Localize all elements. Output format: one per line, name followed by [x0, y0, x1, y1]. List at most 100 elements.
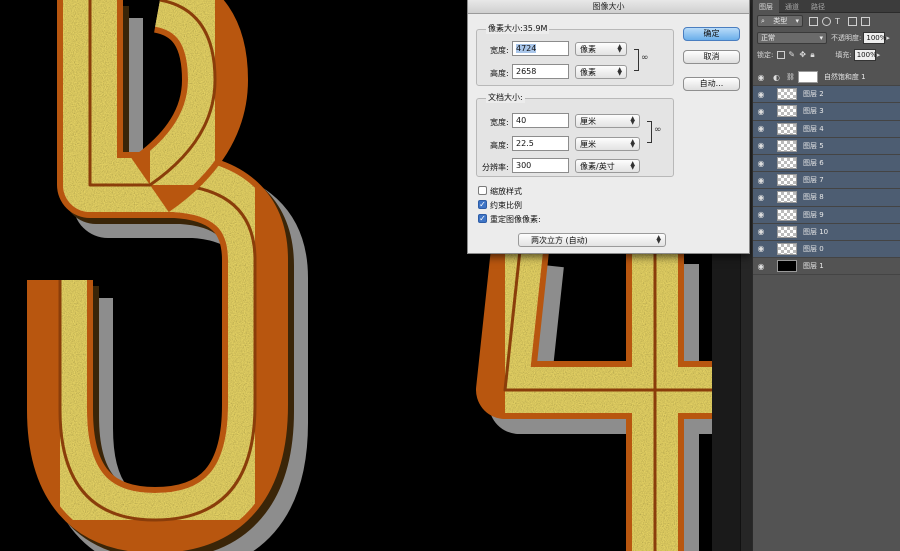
- smart-object-filter-icon[interactable]: [861, 16, 870, 26]
- select-arrows-icon: ▲ ▼: [630, 115, 635, 126]
- lock-transparency-icon[interactable]: [777, 50, 786, 59]
- layer-thumbnail: [777, 242, 797, 255]
- resolution-unit-select[interactable]: 像素/英寸 ▲ ▼: [575, 159, 640, 173]
- layer-row[interactable]: ◉ ◐ ⛓ 自然饱和度 1: [753, 69, 900, 87]
- layer-name: 图层 1: [803, 262, 824, 271]
- layer-row[interactable]: ◉ 图层 9: [753, 206, 900, 224]
- digit-three: [27, 0, 308, 551]
- select-arrows-icon: ▲ ▼: [630, 160, 635, 171]
- lock-position-icon[interactable]: ✥: [799, 50, 807, 59]
- blend-mode-value: 正常: [761, 33, 775, 42]
- layer-row[interactable]: ◉ 图层 2: [753, 86, 900, 104]
- eye-icon[interactable]: ◉: [753, 159, 769, 168]
- doc-height-unit-select[interactable]: 厘米 ▲ ▼: [575, 137, 640, 151]
- filter-kind-value: 类型: [773, 17, 788, 25]
- resolution-label: 分辨率:: [482, 163, 509, 172]
- layer-mask-thumbnail: [797, 71, 818, 84]
- layer-list: ◉ ◐ ⛓ 自然饱和度 1 ◉ 图层 2 ◉ 图层 3 ◉ 图层 4 ◉ 图层 …: [753, 69, 900, 276]
- filter-icons: T: [809, 16, 874, 26]
- lock-row: 锁定: ✎ ✥ 🔒︎ 填充: 100% ▸: [753, 46, 900, 63]
- layer-row[interactable]: ◉ 图层 3: [753, 103, 900, 121]
- scale-styles-checkbox[interactable]: [478, 186, 487, 195]
- resample-method-value: 两次立方 (自动): [531, 235, 588, 245]
- doc-width-unit-select[interactable]: 厘米 ▲ ▼: [575, 114, 640, 128]
- layer-thumbnail: [777, 157, 797, 170]
- layer-thumbnail: [777, 225, 797, 238]
- eye-icon[interactable]: ◉: [753, 107, 769, 116]
- layer-name: 图层 6: [803, 159, 824, 168]
- layer-thumbnail: [777, 174, 797, 187]
- layer-row[interactable]: ◉ 图层 5: [753, 137, 900, 155]
- lock-all-icon[interactable]: 🔒︎: [810, 50, 818, 59]
- layer-row[interactable]: ◉ 图层 0: [753, 240, 900, 259]
- lock-pixels-icon[interactable]: ✎: [788, 50, 796, 59]
- resample-image-label: 重定图像像素:: [490, 215, 541, 224]
- chevron-right-icon[interactable]: ▸: [877, 51, 881, 59]
- adjustment-filter-icon[interactable]: [822, 16, 831, 26]
- doc-height-input[interactable]: 22.5: [512, 136, 569, 151]
- eye-icon[interactable]: ◉: [753, 141, 769, 150]
- pixel-width-unit: 像素: [580, 44, 596, 54]
- fill-label: 填充:: [835, 50, 852, 59]
- layer-row[interactable]: ◉ 图层 6: [753, 154, 900, 173]
- layer-name: 图层 7: [803, 176, 824, 185]
- auto-button[interactable]: 自动...: [683, 77, 740, 91]
- chain-link-icon: ∞: [654, 125, 662, 135]
- constrain-proportions-checkbox[interactable]: ✓: [478, 200, 487, 209]
- doc-width-input[interactable]: 40: [512, 113, 569, 128]
- eye-icon[interactable]: ◉: [753, 176, 769, 185]
- tab-layers[interactable]: 图层: [753, 0, 779, 13]
- pixel-height-unit-select[interactable]: 像素 ▲ ▼: [575, 65, 627, 79]
- shape-filter-icon[interactable]: [848, 16, 857, 26]
- cancel-button[interactable]: 取消: [683, 50, 740, 64]
- ok-button[interactable]: 确定: [683, 27, 740, 41]
- eye-icon[interactable]: ◉: [753, 124, 769, 133]
- resolution-input[interactable]: 300: [512, 158, 569, 173]
- doc-height-unit: 厘米: [580, 139, 596, 149]
- scale-styles-label: 缩放样式: [490, 187, 522, 196]
- search-icon: ⌕: [761, 16, 765, 25]
- eye-icon[interactable]: ◉: [753, 227, 769, 236]
- layer-name: 图层 10: [803, 227, 829, 236]
- layer-row[interactable]: ◉ 图层 4: [753, 120, 900, 138]
- fill-input[interactable]: 100%: [853, 48, 877, 61]
- opacity-input[interactable]: 100%: [863, 31, 886, 44]
- tab-paths[interactable]: 路径: [805, 0, 831, 13]
- eye-icon[interactable]: ◉: [753, 193, 769, 202]
- select-arrows-icon: ▲ ▼: [617, 66, 622, 77]
- tab-channels[interactable]: 通道: [779, 0, 805, 13]
- pixel-width-unit-select[interactable]: 像素 ▲ ▼: [575, 42, 627, 56]
- layer-name: 图层 8: [803, 193, 824, 202]
- resample-image-checkbox[interactable]: ✓: [478, 214, 487, 223]
- constrain-proportions-label: 约束比例: [490, 201, 522, 210]
- eye-icon[interactable]: ◉: [753, 262, 769, 271]
- link-icon: ⛓: [785, 73, 795, 82]
- layer-name: 图层 9: [803, 210, 824, 219]
- resample-method-select[interactable]: 两次立方 (自动) ▲ ▼: [518, 233, 666, 247]
- eye-icon[interactable]: ◉: [753, 73, 769, 82]
- pixel-width-value: 4724: [516, 44, 537, 53]
- blend-row: 正常 ▾ 不透明度: 100% ▸: [753, 29, 900, 46]
- pixel-filter-icon[interactable]: [809, 16, 818, 26]
- layer-name: 图层 3: [803, 107, 824, 116]
- pixel-width-input[interactable]: 4724: [512, 41, 569, 56]
- filter-kind-select[interactable]: ⌕ 类型 ▾: [757, 15, 803, 27]
- doc-constrain-bracket: [647, 121, 652, 143]
- eye-icon[interactable]: ◉: [753, 90, 769, 99]
- layer-row[interactable]: ◉ 图层 8: [753, 189, 900, 207]
- layer-row[interactable]: ◉ 图层 10: [753, 223, 900, 241]
- layer-row[interactable]: ◉ 图层 1: [753, 258, 900, 276]
- eye-icon[interactable]: ◉: [753, 244, 769, 253]
- chevron-down-icon: ▾: [819, 33, 823, 42]
- blend-mode-select[interactable]: 正常 ▾: [757, 31, 827, 44]
- dialog-title[interactable]: 图像大小: [468, 0, 749, 14]
- doc-height-label: 高度:: [490, 141, 509, 150]
- chevron-down-icon[interactable]: ▸: [886, 34, 890, 42]
- layer-thumbnail: [777, 122, 797, 135]
- pixel-height-input[interactable]: 2658: [512, 64, 569, 79]
- layer-row[interactable]: ◉ 图层 7: [753, 172, 900, 190]
- eye-icon[interactable]: ◉: [753, 210, 769, 219]
- digit-four: [476, 246, 712, 551]
- type-filter-icon[interactable]: T: [835, 17, 844, 26]
- document-size-label: 文档大小:: [486, 92, 525, 103]
